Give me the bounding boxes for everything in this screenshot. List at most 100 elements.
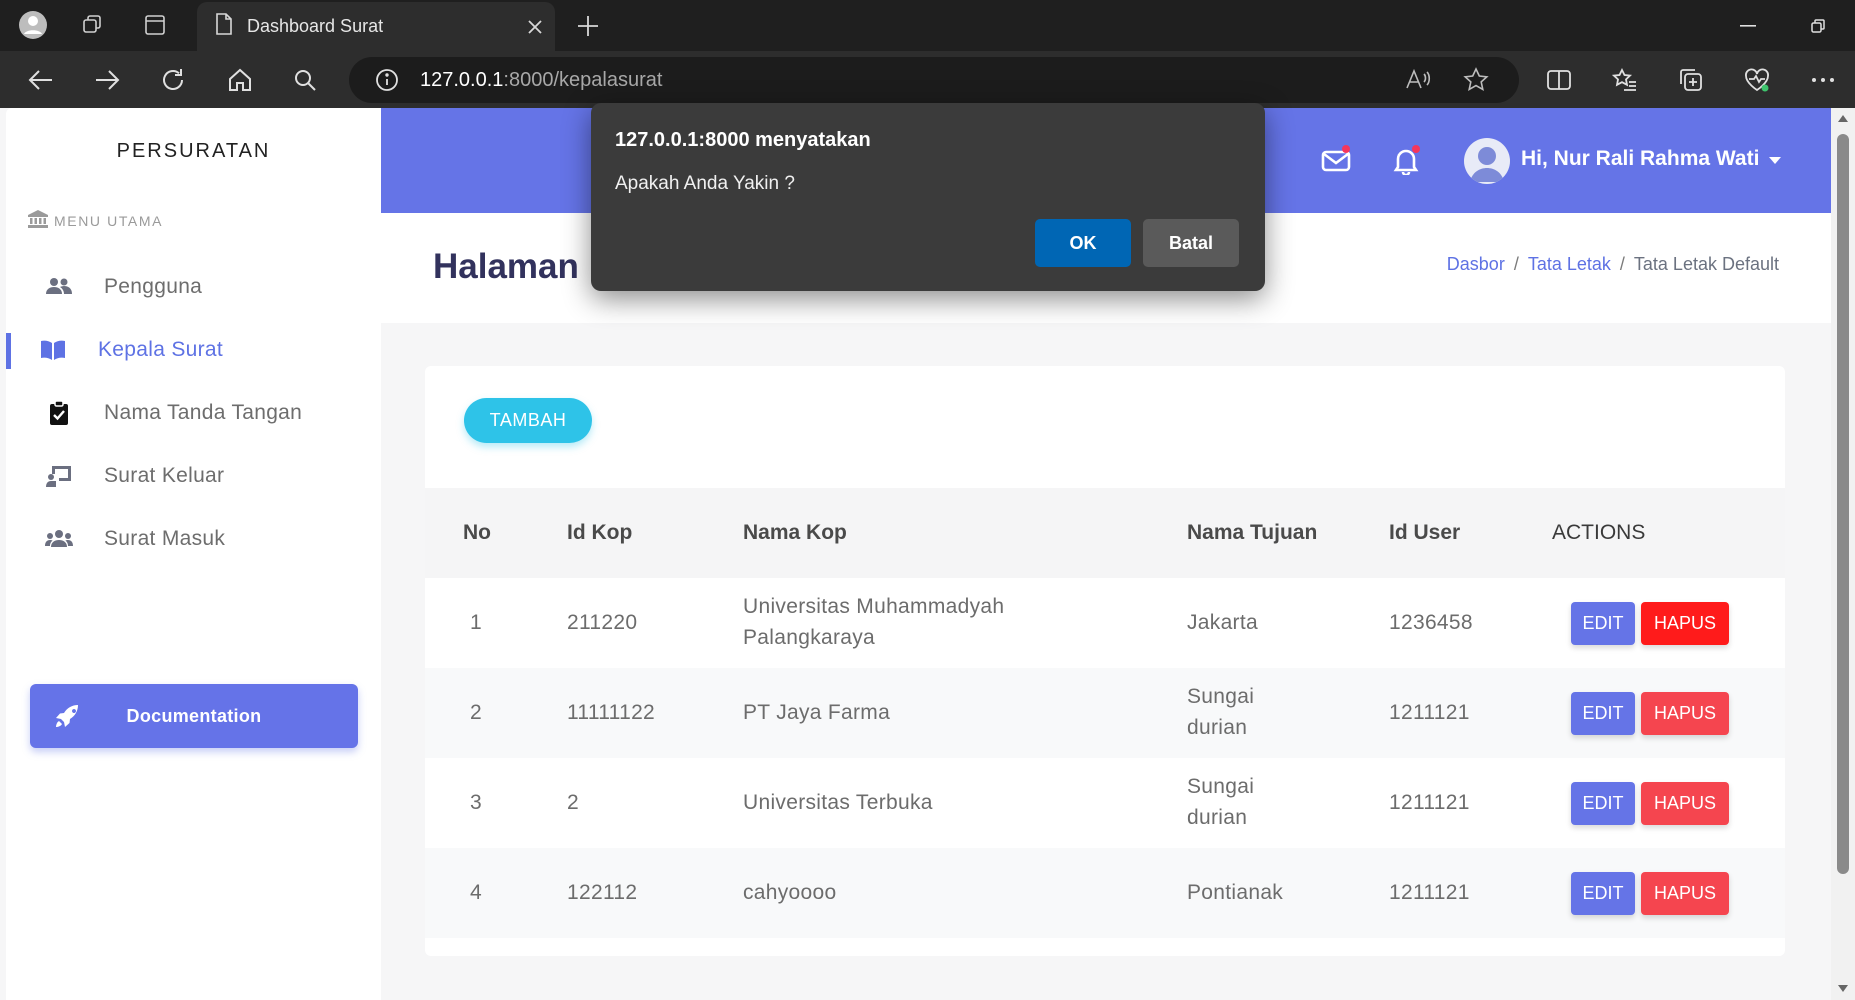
documentation-button[interactable]: Documentation [30, 684, 358, 748]
url-host: 127.0.0.1 [420, 68, 504, 91]
kop-table-card: TAMBAH No Id Kop Nama Kop Nama Tujuan Id… [425, 366, 1785, 956]
sidebar-item-kepala-surat[interactable]: Kepala Surat [6, 321, 381, 379]
scroll-down-arrow-icon[interactable] [1837, 982, 1849, 994]
cell-id-kop: 11111122 [567, 701, 656, 724]
minimize-icon[interactable] [1718, 0, 1778, 51]
brand-title: PERSURATAN [116, 140, 271, 162]
sidebar-item-surat-masuk[interactable]: Surat Masuk [6, 510, 381, 568]
breadcrumb-link-dasbor[interactable]: Dasbor [1447, 254, 1505, 274]
favorites-icon[interactable] [1606, 61, 1644, 99]
documentation-label: Documentation [126, 705, 262, 726]
browser-tab-bar: Dashboard Surat [0, 0, 1855, 51]
vertical-tabs-icon[interactable] [138, 8, 172, 42]
search-icon[interactable] [286, 61, 324, 99]
cell-id-user: 1211121 [1389, 791, 1470, 814]
sidebar-item-label: Nama Tanda Tangan [104, 401, 303, 424]
cell-nama-tujuan: Sungai durian [1187, 681, 1254, 743]
cell-no: 1 [470, 611, 482, 634]
breadcrumb-separator: / [1619, 254, 1625, 274]
new-tab-icon[interactable] [570, 8, 606, 44]
scrollbar-thumb[interactable] [1837, 134, 1849, 874]
chevron-down-icon[interactable] [1768, 152, 1782, 170]
users-icon [44, 272, 74, 302]
back-arrow-icon[interactable] [22, 61, 60, 99]
more-menu-icon[interactable] [1804, 61, 1842, 99]
browser-tab-active[interactable]: Dashboard Surat [197, 2, 555, 51]
avatar[interactable] [1464, 138, 1510, 184]
cell-line: Universitas Muhammadyah [743, 595, 1005, 618]
restore-icon[interactable] [1788, 0, 1848, 51]
delete-button[interactable]: HAPUS [1641, 602, 1729, 645]
cell-line: durian [1187, 716, 1248, 739]
menu-heading-label: MENU UTAMA [54, 212, 164, 229]
cancel-button[interactable]: Batal [1143, 219, 1239, 267]
favorite-star-icon[interactable] [1461, 65, 1491, 95]
notification-indicator-dot [1412, 145, 1420, 153]
ok-button[interactable]: OK [1035, 219, 1131, 267]
table-header: No Id Kop Nama Kop Nama Tujuan Id User A… [425, 488, 1785, 578]
breadcrumb-separator: / [1513, 254, 1519, 274]
page-scrollbar[interactable] [1831, 108, 1855, 1000]
message-indicator-dot [1342, 145, 1350, 153]
delete-button[interactable]: HAPUS [1641, 872, 1729, 915]
cell-nama-kop: Universitas Terbuka [743, 791, 933, 814]
column-header-no: No [463, 521, 491, 544]
reload-icon[interactable] [154, 61, 192, 99]
sidebar: PERSURATAN MENU UTAMA Pengguna Kepala Su… [6, 108, 381, 1000]
collections-icon[interactable] [1672, 61, 1710, 99]
sidebar-item-label: Surat Keluar [104, 464, 225, 487]
read-aloud-icon[interactable] [1403, 65, 1433, 95]
edit-button[interactable]: EDIT [1571, 602, 1635, 645]
sidebar-item-label: Surat Masuk [104, 527, 226, 550]
page-document-icon [215, 13, 233, 40]
dialog-message: Apakah Anda Yakin ? [615, 173, 795, 194]
home-icon[interactable] [221, 61, 259, 99]
breadcrumb-link-tata-letak[interactable]: Tata Letak [1528, 254, 1611, 274]
forward-arrow-icon[interactable] [88, 61, 126, 99]
edit-button[interactable]: EDIT [1571, 692, 1635, 735]
sidebar-item-surat-keluar[interactable]: Surat Keluar [6, 447, 381, 505]
url-text: 127.0.0.1:8000/kepalasurat [420, 69, 662, 92]
column-header-id-user: Id User [1389, 521, 1461, 544]
column-header-id-kop: Id Kop [567, 521, 633, 544]
bell-icon[interactable] [1386, 141, 1426, 181]
user-greeting[interactable]: Hi, Nur Rali Rahma Wati [1521, 147, 1759, 171]
edit-button[interactable]: EDIT [1571, 872, 1635, 915]
url-path: :8000/kepalasurat [503, 68, 663, 91]
split-screen-icon[interactable] [1540, 61, 1578, 99]
cell-line: Palangkaraya [743, 626, 876, 649]
address-bar[interactable]: 127.0.0.1:8000/kepalasurat [349, 57, 1519, 103]
user-group-icon [44, 524, 74, 554]
table-row: 2 11111122 PT Jaya Farma Sungai durian 12… [425, 668, 1785, 758]
book-icon [38, 335, 68, 365]
delete-button[interactable]: HAPUS [1641, 782, 1729, 825]
sidebar-item-nama-tanda-tangan[interactable]: Nama Tanda Tangan [6, 384, 381, 442]
bank-icon [28, 210, 54, 231]
edit-button[interactable]: EDIT [1571, 782, 1635, 825]
delete-button[interactable]: HAPUS [1641, 692, 1729, 735]
cell-nama-kop: cahyoooo [743, 881, 837, 904]
workspaces-icon[interactable] [76, 8, 110, 42]
cell-id-kop: 211220 [567, 611, 638, 634]
add-button[interactable]: TAMBAH [464, 398, 592, 443]
profile-icon[interactable] [16, 8, 50, 42]
browser-essentials-icon[interactable] [1738, 61, 1776, 99]
column-header-actions: ACTIONS [1552, 521, 1646, 544]
cell-no: 3 [470, 791, 482, 814]
site-info-icon[interactable] [372, 65, 402, 95]
dialog-title: 127.0.0.1:8000 menyatakan [615, 129, 871, 151]
envelope-icon[interactable] [1316, 141, 1356, 181]
sidebar-item-label: Kepala Surat [98, 338, 224, 361]
cell-no: 4 [470, 881, 482, 904]
sidebar-item-pengguna[interactable]: Pengguna [6, 258, 381, 316]
breadcrumb-current: Tata Letak Default [1633, 254, 1779, 274]
cell-line: Sungai [1187, 775, 1255, 798]
scroll-up-arrow-icon[interactable] [1837, 113, 1849, 125]
column-header-nama-tujuan: Nama Tujuan [1187, 521, 1318, 544]
cell-line: durian [1187, 806, 1248, 829]
tab-close-icon[interactable] [515, 7, 555, 47]
tab-title: Dashboard Surat [247, 16, 384, 36]
cell-nama-tujuan: Pontianak [1187, 881, 1284, 904]
cell-id-user: 1211121 [1389, 881, 1470, 904]
table-row: 4 122112 cahyoooo Pontianak 1211121 EDIT… [425, 848, 1785, 938]
